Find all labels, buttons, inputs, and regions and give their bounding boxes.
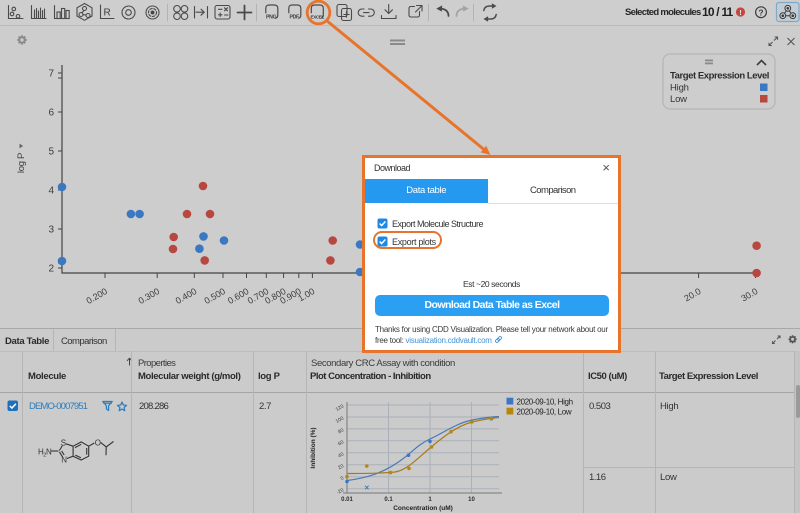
svg-text:0.200: 0.200 <box>84 286 109 306</box>
svg-text:Inhibition (%): Inhibition (%) <box>310 427 317 468</box>
svg-text:100: 100 <box>335 415 345 424</box>
svg-text:7: 7 <box>48 69 54 80</box>
svg-text:Target Expression Level: Target Expression Level <box>670 71 769 82</box>
svg-text:S: S <box>61 439 66 448</box>
svg-text:2020-09-10, High: 2020-09-10, High <box>517 397 573 406</box>
svg-text:!: ! <box>739 8 742 17</box>
svg-text:0.300: 0.300 <box>137 286 162 306</box>
svg-text:PDF: PDF <box>289 14 299 20</box>
svg-text:N: N <box>61 456 67 465</box>
svg-text:5: 5 <box>48 147 54 158</box>
svg-text:1: 1 <box>428 497 432 503</box>
svg-text:?: ? <box>758 7 763 17</box>
svg-text:2020-09-10, Low: 2020-09-10, Low <box>517 407 572 416</box>
svg-text:120: 120 <box>335 403 345 412</box>
svg-text:0.400: 0.400 <box>174 286 199 306</box>
svg-text:60: 60 <box>337 439 345 447</box>
svg-text:6: 6 <box>48 108 54 119</box>
svg-text:O: O <box>95 438 101 447</box>
svg-text:0.01: 0.01 <box>341 497 353 503</box>
svg-text:0.500: 0.500 <box>202 286 227 306</box>
svg-text:30.0: 30.0 <box>739 286 759 303</box>
svg-text:R: R <box>104 8 111 19</box>
svg-text:EXCEL: EXCEL <box>311 14 325 19</box>
svg-text:20: 20 <box>337 463 345 471</box>
svg-text:2: 2 <box>48 264 54 275</box>
svg-text:PNG: PNG <box>266 14 277 20</box>
svg-text:20.0: 20.0 <box>682 286 702 303</box>
svg-text:log P: log P <box>16 153 27 173</box>
svg-text:Low: Low <box>670 94 687 105</box>
svg-text:0: 0 <box>340 475 346 482</box>
svg-text:80: 80 <box>337 427 345 435</box>
svg-text:3: 3 <box>48 225 54 236</box>
svg-text:4: 4 <box>48 186 54 197</box>
svg-text:10: 10 <box>468 497 475 503</box>
svg-text:0.1: 0.1 <box>384 497 393 503</box>
svg-text:Concentration (uM): Concentration (uM) <box>393 505 453 512</box>
svg-text:40: 40 <box>337 451 345 459</box>
svg-text:-20: -20 <box>336 487 345 496</box>
svg-text:High: High <box>670 83 689 94</box>
svg-text:N: N <box>46 448 52 457</box>
